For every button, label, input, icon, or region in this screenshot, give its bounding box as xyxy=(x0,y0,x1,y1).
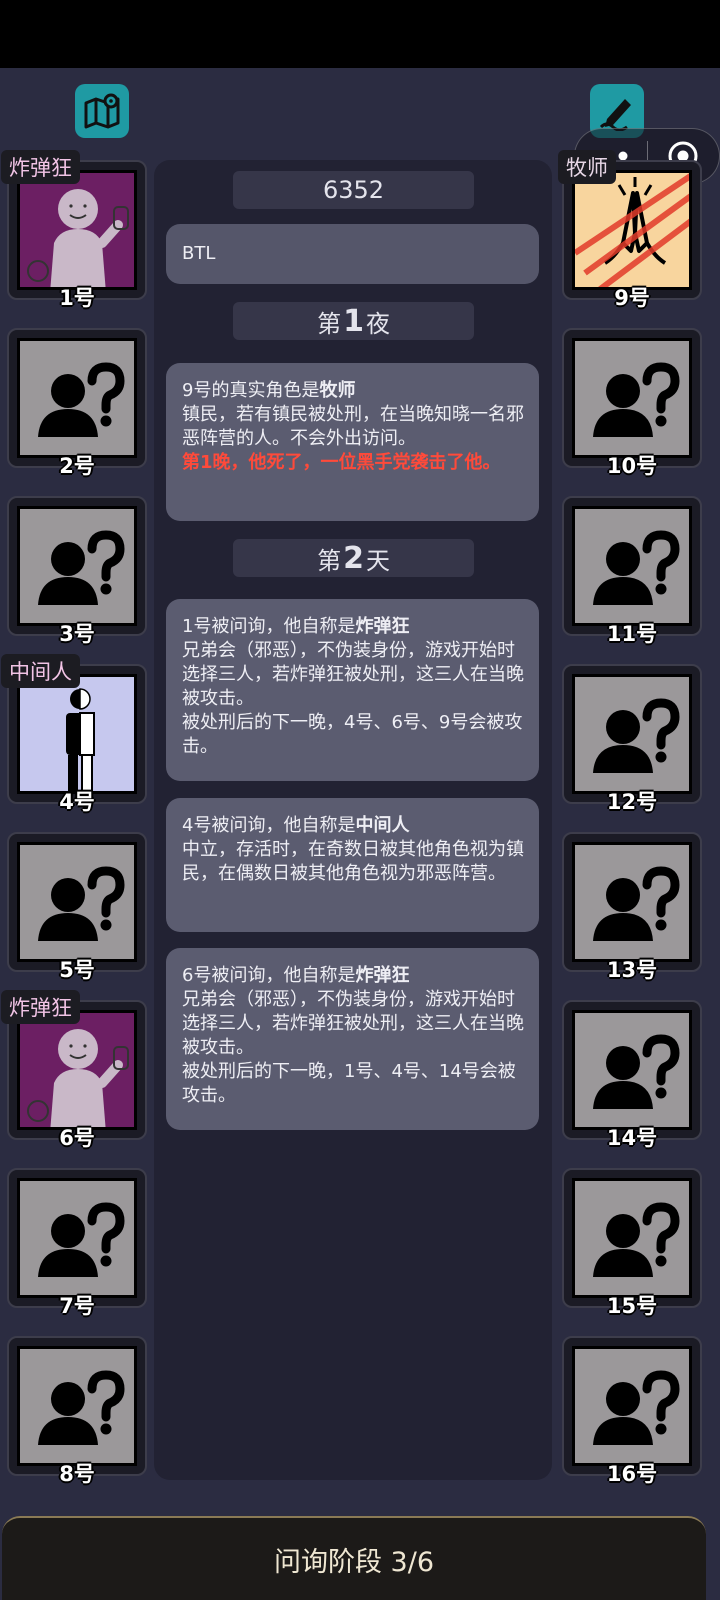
map-pin-icon xyxy=(84,93,120,129)
night-1-header: 第1夜 xyxy=(233,302,474,340)
phase-label: 问询阶段 3/6 xyxy=(273,1546,435,1578)
player-card-9[interactable]: 9号 牧师 xyxy=(558,150,702,310)
unknown-player-icon xyxy=(17,1178,137,1298)
player-name-box: BTL xyxy=(166,224,539,284)
map-button[interactable] xyxy=(75,84,129,138)
player-card-11[interactable]: 11号 xyxy=(562,496,702,646)
unknown-player-icon xyxy=(572,1346,692,1466)
player-card-6[interactable]: 6号 炸弹狂 xyxy=(1,990,147,1150)
log-message-query-3: 6号被问询，他自称是炸弹狂 兄弟会（邪恶），不伪装身份，游戏开始时选择三人，若炸… xyxy=(166,948,539,1130)
player-number: 15号 xyxy=(606,1294,658,1318)
unknown-player-icon xyxy=(17,338,137,458)
status-bar xyxy=(0,0,720,68)
player-card-7[interactable]: 7号 xyxy=(7,1168,147,1318)
player-number: 5号 xyxy=(59,958,95,982)
player-number: 7号 xyxy=(59,1294,95,1318)
player-number: 3号 xyxy=(59,622,95,646)
player-number: 6号 xyxy=(59,1126,95,1150)
log-message-query-2: 4号被问询，他自称是中间人 中立，存活时，在奇数日被其他角色视为镇民，在偶数日被… xyxy=(166,798,539,932)
player-number: 2号 xyxy=(59,454,95,478)
log-message-night1: 9号的真实角色是牧师 镇民，若有镇民被处刑，在当晚知晓一名邪恶阵营的人。不会外出… xyxy=(166,363,539,521)
player-number: 12号 xyxy=(606,790,658,814)
role-tag: 牧师 xyxy=(558,150,616,184)
player-card-5[interactable]: 5号 xyxy=(7,832,147,982)
unknown-player-icon xyxy=(572,674,692,794)
phase-bar: 问询阶段 3/6 xyxy=(2,1516,706,1600)
player-number: 9号 xyxy=(614,286,650,310)
player-card-13[interactable]: 13号 xyxy=(562,832,702,982)
middleman-avatar-icon xyxy=(17,674,137,794)
player-card-2[interactable]: 2号 xyxy=(7,328,147,478)
bomber-avatar-icon xyxy=(17,1010,137,1130)
player-number: 4号 xyxy=(59,790,95,814)
player-number: 8号 xyxy=(59,1462,95,1486)
player-number: 16号 xyxy=(606,1462,658,1486)
role-tag: 中间人 xyxy=(1,654,80,688)
role-tag: 炸弹狂 xyxy=(1,150,80,184)
unknown-player-icon xyxy=(572,338,692,458)
room-code: 6352 xyxy=(233,171,474,209)
unknown-player-icon xyxy=(572,1178,692,1298)
player-card-14[interactable]: 14号 xyxy=(562,1000,702,1150)
player-card-12[interactable]: 12号 xyxy=(562,664,702,814)
unknown-player-icon xyxy=(572,1010,692,1130)
player-number: 10号 xyxy=(606,454,658,478)
player-number: 13号 xyxy=(606,958,658,982)
priest-dead-avatar-icon xyxy=(572,170,692,290)
log-message-query-1: 1号被问询，他自称是炸弹狂 兄弟会（邪恶），不伪装身份，游戏开始时选择三人，若炸… xyxy=(166,599,539,781)
player-card-3[interactable]: 3号 xyxy=(7,496,147,646)
unknown-player-icon xyxy=(572,506,692,626)
player-card-8[interactable]: 8号 xyxy=(7,1336,147,1486)
unknown-player-icon xyxy=(572,842,692,962)
game-screen: { "game": { "room_code": "6352", "player… xyxy=(0,0,720,1600)
role-tag: 炸弹狂 xyxy=(1,990,80,1024)
unknown-player-icon xyxy=(17,1346,137,1466)
player-number: 14号 xyxy=(606,1126,658,1150)
unknown-player-icon xyxy=(17,842,137,962)
pen-edit-icon xyxy=(599,99,631,131)
player-number: 11号 xyxy=(606,622,658,646)
player-card-15[interactable]: 15号 xyxy=(562,1168,702,1318)
player-card-4[interactable]: 4号 中间人 xyxy=(1,654,147,814)
player-card-16[interactable]: 16号 xyxy=(562,1336,702,1486)
day-2-header: 第2天 xyxy=(233,539,474,577)
player-number: 1号 xyxy=(59,286,95,310)
bomber-avatar-icon xyxy=(17,170,137,290)
player-card-10[interactable]: 10号 xyxy=(562,328,702,478)
player-card-1[interactable]: 1号 炸弹狂 xyxy=(1,150,147,310)
unknown-player-icon xyxy=(17,506,137,626)
